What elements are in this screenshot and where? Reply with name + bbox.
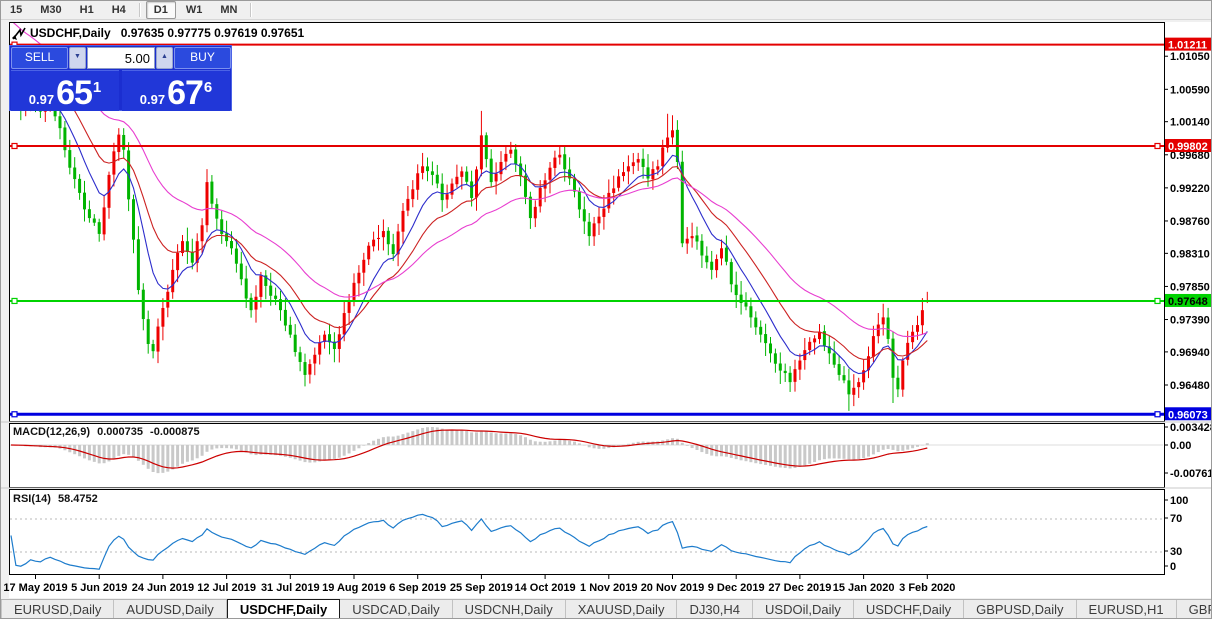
lot-size-input[interactable]: [87, 47, 155, 69]
chart-title-symbol: USDCHF,Daily: [30, 26, 111, 40]
macd-value-signal: -0.000875: [150, 426, 200, 438]
tab-eurusd-h1[interactable]: EURUSD,H1: [1077, 600, 1177, 618]
svg-text:17 May 2019: 17 May 2019: [3, 582, 67, 594]
svg-text:31 Jul 2019: 31 Jul 2019: [261, 582, 320, 594]
tab-audusd-daily[interactable]: AUDUSD,Daily: [114, 600, 227, 618]
svg-text:6 Sep 2019: 6 Sep 2019: [389, 582, 446, 594]
svg-text:24 Jun 2019: 24 Jun 2019: [132, 582, 194, 594]
svg-text:0.96073: 0.96073: [1168, 409, 1208, 421]
svg-text:70: 70: [1170, 513, 1182, 525]
svg-text:1.00140: 1.00140: [1170, 117, 1210, 129]
svg-text:12 Jul 2019: 12 Jul 2019: [197, 582, 256, 594]
tab-usdchf-daily-2[interactable]: USDCHF,Daily: [854, 600, 965, 618]
svg-text:1.01050: 1.01050: [1170, 51, 1210, 63]
macd-value-main: 0.000735: [97, 426, 143, 438]
macd-name: MACD(12,26,9): [13, 426, 91, 438]
svg-text:0.99802: 0.99802: [1168, 141, 1208, 153]
svg-text:0.00: 0.00: [1170, 440, 1191, 452]
lot-decrease-button[interactable]: ▼: [69, 47, 86, 69]
chevron-up-icon: ▲: [161, 53, 168, 60]
svg-text:0.003428: 0.003428: [1170, 422, 1212, 434]
rsi-value: 58.4752: [57, 493, 98, 505]
svg-text:0.98760: 0.98760: [1170, 216, 1210, 228]
rsi-name: RSI(14): [13, 493, 51, 505]
svg-text:20 Nov 2019: 20 Nov 2019: [641, 582, 705, 594]
one-click-trading-panel: SELL ▼ ▲ BUY 0.97 65 1 0.97 67 6: [9, 45, 232, 111]
svg-text:25 Sep 2019: 25 Sep 2019: [450, 582, 513, 594]
tab-usdoil-daily[interactable]: USDOil,Daily: [753, 600, 854, 618]
buy-price-box[interactable]: 0.97 67 6: [122, 70, 230, 111]
ask-price-big: 67: [167, 74, 204, 112]
svg-text:27 Dec 2019: 27 Dec 2019: [768, 582, 831, 594]
chart-symbol-icon: [12, 27, 26, 40]
tab-usdchf-daily[interactable]: USDCHF,Daily: [226, 599, 341, 618]
tab-gbpusd-daily[interactable]: GBPUSD,Daily: [964, 600, 1077, 618]
svg-text:0.98310: 0.98310: [1170, 248, 1210, 260]
svg-text:14 Oct 2019: 14 Oct 2019: [515, 582, 576, 594]
tab-gbpaud-h1[interactable]: GBPAUD,H1: [1177, 600, 1211, 618]
svg-text:1.01211: 1.01211: [1168, 40, 1207, 52]
chart-title-ohlc: 0.97635 0.97775 0.97619 0.97651: [120, 26, 305, 40]
chart-tab-bar: EURUSD,Daily AUDUSD,Daily USDCHF,Daily U…: [1, 599, 1211, 618]
svg-text:0.97850: 0.97850: [1170, 281, 1210, 293]
tab-eurusd-daily[interactable]: EURUSD,Daily: [2, 600, 115, 618]
svg-text:3 Feb 2020: 3 Feb 2020: [899, 582, 955, 594]
svg-text:1.00590: 1.00590: [1170, 84, 1210, 96]
svg-text:5 Jun 2019: 5 Jun 2019: [71, 582, 127, 594]
sell-price-box[interactable]: 0.97 65 1: [11, 70, 119, 111]
tab-xauusd-daily[interactable]: XAUUSD,Daily: [566, 600, 678, 618]
bid-price-small: 0.97: [28, 92, 55, 107]
svg-text:0: 0: [1170, 561, 1176, 573]
svg-text:0.97390: 0.97390: [1170, 315, 1210, 327]
tab-usdcad-daily[interactable]: USDCAD,Daily: [340, 600, 453, 618]
svg-text:15 Jan 2020: 15 Jan 2020: [833, 582, 895, 594]
ask-price-sup: 6: [203, 79, 213, 96]
chevron-down-icon: ▼: [74, 53, 81, 60]
svg-text:100: 100: [1170, 495, 1188, 507]
svg-text:0.96480: 0.96480: [1170, 380, 1210, 392]
lot-increase-button[interactable]: ▲: [156, 47, 173, 69]
svg-text:0.97648: 0.97648: [1168, 296, 1208, 308]
svg-text:1 Nov 2019: 1 Nov 2019: [580, 582, 637, 594]
macd-label: MACD(12,26,9) 0.000735 -0.000875: [13, 426, 204, 438]
bid-price-big: 65: [56, 74, 93, 112]
svg-text:0.99220: 0.99220: [1170, 183, 1210, 195]
svg-text:30: 30: [1170, 546, 1182, 558]
buy-button[interactable]: BUY: [174, 47, 231, 69]
ask-price-small: 0.97: [139, 92, 166, 107]
svg-text:0.96940: 0.96940: [1170, 347, 1210, 359]
tab-dj30-h4[interactable]: DJ30,H4: [677, 600, 754, 618]
svg-text:19 Aug 2019: 19 Aug 2019: [322, 582, 386, 594]
bid-price-sup: 1: [92, 79, 102, 96]
svg-text:-0.007615: -0.007615: [1170, 468, 1212, 480]
tab-usdcnh-daily[interactable]: USDCNH,Daily: [453, 600, 566, 618]
rsi-label: RSI(14) 58.4752: [13, 493, 102, 505]
svg-text:9 Dec 2019: 9 Dec 2019: [708, 582, 765, 594]
chart-title: USDCHF,Daily 0.97635 0.97775 0.97619 0.9…: [12, 26, 304, 40]
sell-button[interactable]: SELL: [11, 47, 68, 69]
mt4-window: 15 M30 H1 H4 D1 W1 MN 1.01050 1.00590 1.00…: [0, 0, 1212, 619]
